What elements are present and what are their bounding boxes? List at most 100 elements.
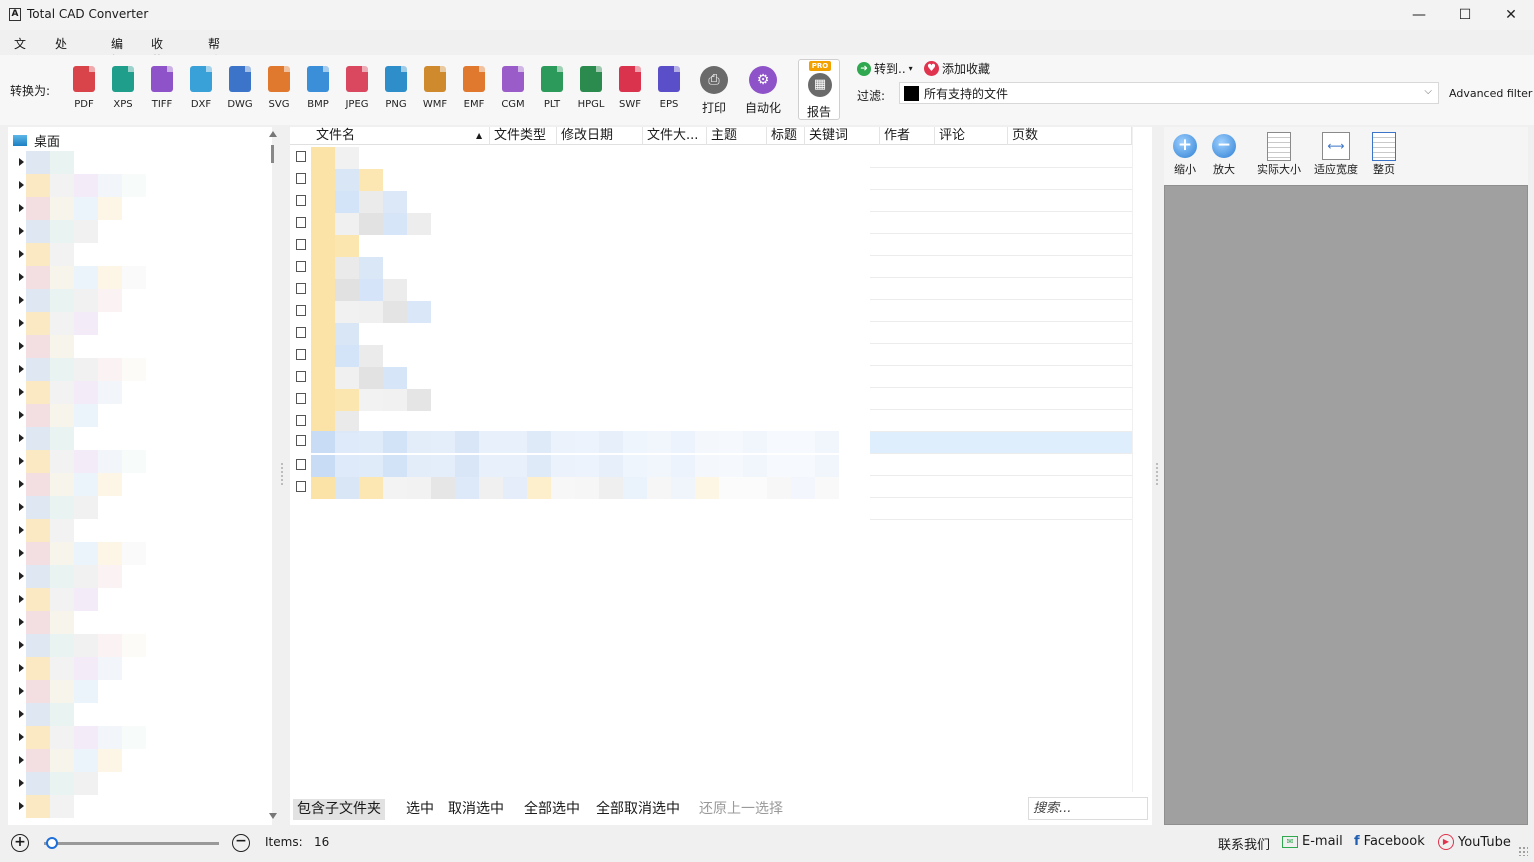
row-checkbox[interactable]: [296, 435, 306, 446]
email-link[interactable]: ✉ E-mail: [1282, 834, 1343, 849]
row-checkbox[interactable]: [296, 371, 306, 382]
tree-expand-icon[interactable]: [19, 457, 24, 465]
fit-width-button[interactable]: ⟷ 适应宽度: [1311, 131, 1361, 177]
tree-expand-icon[interactable]: [19, 526, 24, 534]
tree-expand-icon[interactable]: [19, 296, 24, 304]
column-title[interactable]: 标题: [767, 127, 805, 145]
convert-dxf-button[interactable]: DXF: [183, 66, 219, 110]
tree-expand-icon[interactable]: [19, 802, 24, 810]
minimize-button[interactable]: —: [1396, 0, 1442, 30]
column-keywords[interactable]: 关键词: [805, 127, 880, 145]
tree-expand-icon[interactable]: [19, 411, 24, 419]
convert-plt-button[interactable]: PLT: [534, 66, 570, 110]
search-input[interactable]: 搜索...: [1028, 797, 1148, 820]
convert-bmp-button[interactable]: BMP: [300, 66, 336, 110]
print-button[interactable]: ⎙ 打印: [692, 66, 736, 116]
tree-expand-icon[interactable]: [19, 388, 24, 396]
youtube-link[interactable]: ▶ YouTube: [1438, 834, 1511, 850]
scroll-up-icon[interactable]: [269, 131, 277, 137]
filter-dropdown[interactable]: 所有支持的文件 ⌵: [899, 82, 1439, 104]
actual-size-button[interactable]: 实际大小: [1254, 131, 1304, 177]
tree-expand-icon[interactable]: [19, 158, 24, 166]
close-button[interactable]: ✕: [1488, 0, 1534, 30]
deselect-all-button[interactable]: 全部取消选中: [592, 799, 684, 820]
tree-expand-icon[interactable]: [19, 480, 24, 488]
maximize-button[interactable]: ☐: [1442, 0, 1488, 30]
column-filename[interactable]: 文件名 ▲: [312, 127, 490, 145]
whole-page-button[interactable]: 整页: [1369, 131, 1399, 177]
select-button[interactable]: 选中: [402, 799, 438, 820]
convert-swf-button[interactable]: SWF: [612, 66, 648, 110]
tree-expand-icon[interactable]: [19, 503, 24, 511]
column-pages[interactable]: 页数: [1008, 127, 1132, 145]
zoom-in-button[interactable]: − 放大: [1209, 131, 1239, 177]
convert-eps-button[interactable]: EPS: [651, 66, 687, 110]
zoom-slider[interactable]: [44, 842, 219, 845]
select-all-button[interactable]: 全部选中: [520, 799, 584, 820]
zoom-minus-icon[interactable]: −: [232, 834, 250, 852]
tree-expand-icon[interactable]: [19, 227, 24, 235]
scroll-down-icon[interactable]: [269, 813, 277, 819]
convert-jpeg-button[interactable]: JPEG: [339, 66, 375, 110]
tree-expand-icon[interactable]: [19, 549, 24, 557]
facebook-link[interactable]: f Facebook: [1354, 834, 1425, 849]
resize-grip-icon[interactable]: [1518, 846, 1528, 856]
tree-expand-icon[interactable]: [19, 434, 24, 442]
report-button[interactable]: PRO ▦ 报告: [798, 59, 840, 120]
row-checkbox[interactable]: [296, 173, 306, 184]
zoom-out-button[interactable]: + 缩小: [1170, 131, 1200, 177]
folder-tree-panel[interactable]: 桌面: [8, 127, 277, 825]
restore-selection-button[interactable]: 还原上一选择: [695, 799, 787, 820]
convert-cgm-button[interactable]: CGM: [495, 66, 531, 110]
file-list-scroll-area[interactable]: [1132, 127, 1152, 792]
contact-us-link[interactable]: 联系我们: [1218, 834, 1270, 853]
add-favorite-button[interactable]: ♥ 添加收藏: [924, 60, 990, 77]
preview-canvas[interactable]: [1164, 185, 1528, 825]
advanced-filter-link[interactable]: Advanced filter: [1449, 87, 1532, 100]
row-checkbox[interactable]: [296, 481, 306, 492]
scroll-thumb[interactable]: [271, 145, 274, 163]
row-checkbox[interactable]: [296, 349, 306, 360]
column-author[interactable]: 作者: [880, 127, 935, 145]
convert-wmf-button[interactable]: WMF: [417, 66, 453, 110]
convert-tiff-button[interactable]: TIFF: [144, 66, 180, 110]
goto-button[interactable]: ➜ 转到.. ▾: [857, 60, 913, 77]
tree-expand-icon[interactable]: [19, 250, 24, 258]
left-splitter-grip[interactable]: [280, 462, 284, 486]
tree-expand-icon[interactable]: [19, 779, 24, 787]
tree-expand-icon[interactable]: [19, 365, 24, 373]
tree-expand-icon[interactable]: [19, 204, 24, 212]
tree-expand-icon[interactable]: [19, 733, 24, 741]
tree-expand-icon[interactable]: [19, 710, 24, 718]
row-checkbox[interactable]: [296, 393, 306, 404]
column-modified[interactable]: 修改日期: [557, 127, 643, 145]
row-checkbox[interactable]: [296, 239, 306, 250]
tree-expand-icon[interactable]: [19, 687, 24, 695]
tree-expand-icon[interactable]: [19, 618, 24, 626]
zoom-slider-thumb[interactable]: [45, 837, 58, 849]
column-filesize[interactable]: 文件大...: [643, 127, 707, 145]
row-checkbox[interactable]: [296, 151, 306, 162]
convert-dwg-button[interactable]: DWG: [222, 66, 258, 110]
tree-scrollbar[interactable]: [266, 127, 280, 825]
tree-expand-icon[interactable]: [19, 756, 24, 764]
row-checkbox[interactable]: [296, 327, 306, 338]
tree-expand-icon[interactable]: [19, 595, 24, 603]
automation-button[interactable]: ⚙ 自动化: [741, 66, 785, 116]
convert-png-button[interactable]: PNG: [378, 66, 414, 110]
row-checkbox[interactable]: [296, 305, 306, 316]
convert-pdf-button[interactable]: PDF: [66, 66, 102, 110]
column-comment[interactable]: 评论: [935, 127, 1008, 145]
convert-emf-button[interactable]: EMF: [456, 66, 492, 110]
column-subject[interactable]: 主题: [707, 127, 767, 145]
row-checkbox[interactable]: [296, 283, 306, 294]
convert-svg-button[interactable]: SVG: [261, 66, 297, 110]
file-list-panel[interactable]: 文件名 ▲ 文件类型 修改日期 文件大... 主题 标题 关键词 作者 评论 页…: [290, 127, 1152, 825]
tree-root-desktop[interactable]: 桌面: [34, 131, 60, 150]
right-splitter-grip[interactable]: [1155, 462, 1159, 486]
row-checkbox[interactable]: [296, 459, 306, 470]
convert-hpgl-button[interactable]: HPGL: [573, 66, 609, 110]
include-subfolders-toggle[interactable]: 包含子文件夹: [293, 799, 385, 820]
convert-xps-button[interactable]: XPS: [105, 66, 141, 110]
tree-expand-icon[interactable]: [19, 664, 24, 672]
